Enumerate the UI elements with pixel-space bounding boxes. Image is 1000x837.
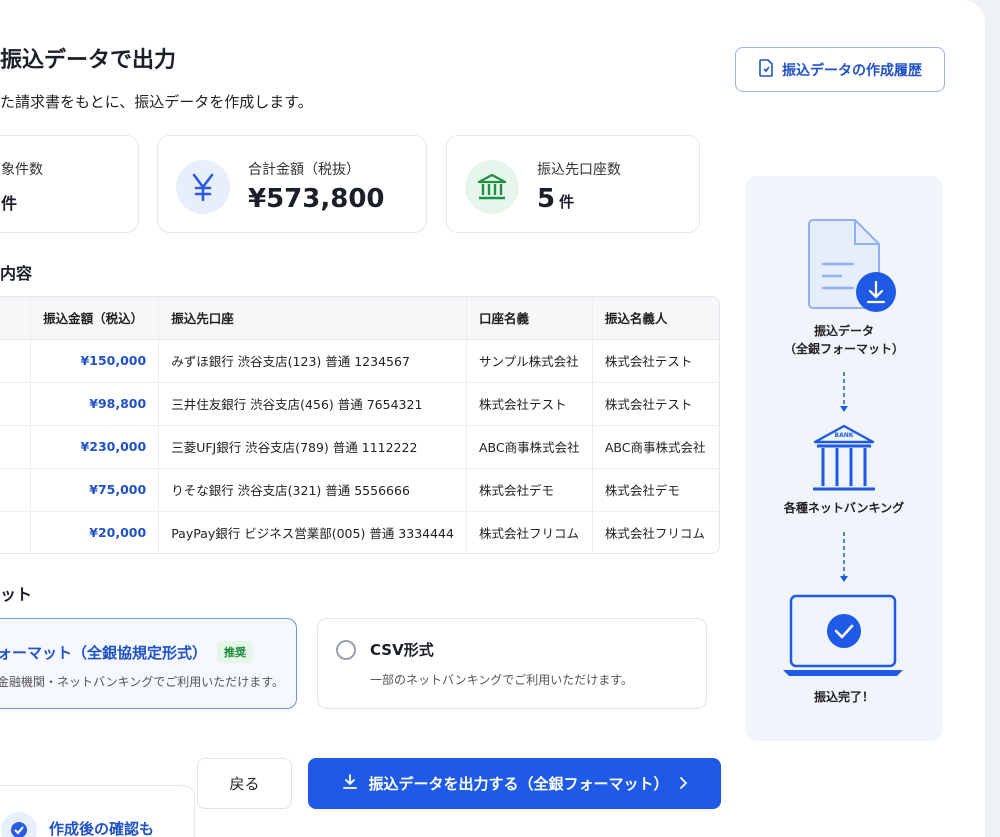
flow-step1-line1: 振込データ — [813, 324, 874, 338]
total-label: 合計金額（税抜） — [248, 162, 360, 178]
cell-amount: ¥20,000 — [30, 510, 159, 553]
format-heading: ット — [0, 585, 33, 604]
cell-payer: 株式会社テスト — [591, 338, 719, 382]
check-circle-icon — [1, 812, 37, 837]
cell-client: 上 — [0, 338, 31, 382]
cell-holder: サンプル株式会社 — [465, 338, 593, 382]
yen-icon — [176, 160, 230, 214]
csv-desc: 一部のネットバンキングでご利用いただけます。 — [370, 673, 634, 687]
zengin-title-text: ォーマット（全銀協規定形式） — [0, 644, 208, 662]
cell-holder: 株式会社フリコム — [465, 510, 593, 553]
summary-card-accounts: 振込先口座数 5件 — [446, 135, 700, 233]
summary-card-count: 象件数 件 — [0, 135, 139, 233]
table-row: 上 ¥150,000 みずほ銀行 渋谷支店(123) 普通 1234567 サン… — [0, 338, 719, 382]
format-option-zengin[interactable]: ォーマット（全銀協規定形式） 推奨 金融機関・ネットバンキングでご利用いただけます… — [0, 618, 297, 709]
confirm-card: 作成後の確認も — [0, 785, 195, 837]
csv-title: CSV形式 — [370, 641, 434, 659]
col-header-amount: 振込金額（税込） — [30, 297, 159, 340]
cell-amount: ¥230,000 — [30, 424, 159, 468]
flow-step1-line2: （全銀フォーマット） — [783, 342, 904, 356]
cell-payer: 株式会社テスト — [591, 381, 719, 425]
cell-amount: ¥75,000 — [30, 467, 159, 511]
cell-client — [0, 467, 31, 511]
bank-icon — [465, 160, 519, 214]
back-button[interactable]: 戻る — [197, 758, 292, 809]
summary-card-total: 合計金額（税抜） ¥573,800 — [157, 135, 427, 233]
flow-graphic — [783, 219, 903, 676]
cell-account: みずほ銀行 渋谷支店(123) 普通 1234567 — [158, 338, 467, 382]
cell-payer: 株式会社デモ — [591, 467, 719, 511]
export-button[interactable]: 振込データを出力する（全銀フォーマット） — [308, 758, 721, 809]
cell-account: りそな銀行 渋谷支店(321) 普通 5556666 — [158, 467, 467, 511]
table-row: ¥98,800 三井住友銀行 渋谷支店(456) 普通 7654321 株式会社… — [0, 381, 719, 425]
cell-holder: ABC商事株式会社 — [465, 424, 593, 468]
details-table: 振込金額（税込） 振込先口座 口座名義 振込名義人 上 ¥150,000 みずほ… — [0, 296, 720, 554]
bank-sign: BANK — [834, 432, 854, 439]
cell-holder: 株式会社テスト — [465, 381, 593, 425]
cell-amount: ¥150,000 — [30, 338, 159, 382]
csv-radio[interactable] — [336, 640, 356, 660]
cell-account: 三井住友銀行 渋谷支店(456) 普通 7654321 — [158, 381, 467, 425]
history-button-label: 振込データの作成履歴 — [782, 62, 922, 79]
confirm-title: 作成後の確認も — [49, 820, 155, 837]
table-header-row: 振込金額（税込） 振込先口座 口座名義 振込名義人 — [0, 297, 719, 340]
flow-step3: 振込完了！ — [813, 690, 874, 704]
col-header-holder: 口座名義 — [465, 297, 593, 340]
accounts-value: 5件 — [537, 184, 574, 214]
total-value: ¥573,800 — [248, 184, 385, 214]
chevron-right-icon — [679, 775, 687, 793]
page-title: 振込データで出力 — [0, 48, 177, 73]
cell-payer: ABC商事株式会社 — [591, 424, 719, 468]
download-icon — [342, 773, 358, 794]
table-row: ¥75,000 りそな銀行 渋谷支店(321) 普通 5556666 株式会社デ… — [0, 467, 719, 511]
flow-step2: 各種ネットバンキング — [783, 501, 905, 515]
recommended-badge: 推奨 — [217, 641, 254, 663]
cell-client: 上 — [0, 424, 31, 468]
history-button[interactable]: 振込データの作成履歴 — [735, 47, 945, 92]
zengin-desc: 金融機関・ネットバンキングでご利用いただけます。 — [0, 675, 285, 689]
count-unit: 件 — [1, 194, 18, 213]
col-header — [0, 297, 31, 340]
cell-client — [0, 510, 31, 553]
table-row: ¥20,000 PayPay銀行 ビジネス営業部(005) 普通 3334444… — [0, 510, 719, 553]
format-option-csv[interactable]: CSV形式 一部のネットバンキングでご利用いただけます。 — [317, 618, 707, 709]
document-icon — [758, 58, 774, 81]
flow-illustration: BANK 振込データ （全銀フォーマット） 各種ネットバンキング 振込完了！ — [745, 176, 943, 741]
cell-amount: ¥98,800 — [30, 381, 159, 425]
page-subtitle: た請求書をもとに、振込データを作成します。 — [0, 93, 313, 111]
export-button-label: 振込データを出力する（全銀フォーマット） — [368, 775, 669, 793]
accounts-label: 振込先口座数 — [537, 162, 621, 178]
cell-account: 三菱UFJ銀行 渋谷支店(789) 普通 1112222 — [158, 424, 467, 468]
cell-payer: 株式会社フリコム — [591, 510, 719, 553]
cell-holder: 株式会社デモ — [465, 467, 593, 511]
accounts-unit: 件 — [559, 193, 575, 211]
details-heading: 内容 — [0, 264, 33, 283]
count-label: 象件数 — [1, 162, 43, 178]
cell-account: PayPay銀行 ビジネス営業部(005) 普通 3334444 — [158, 510, 467, 553]
zengin-title: ォーマット（全銀協規定形式） 推奨 — [0, 641, 254, 663]
table-row: 上 ¥230,000 三菱UFJ銀行 渋谷支店(789) 普通 1112222 … — [0, 424, 719, 468]
col-header-account: 振込先口座 — [158, 297, 467, 340]
col-header-payer: 振込名義人 — [591, 297, 719, 340]
cell-client — [0, 381, 31, 425]
accounts-number: 5 — [537, 184, 556, 214]
